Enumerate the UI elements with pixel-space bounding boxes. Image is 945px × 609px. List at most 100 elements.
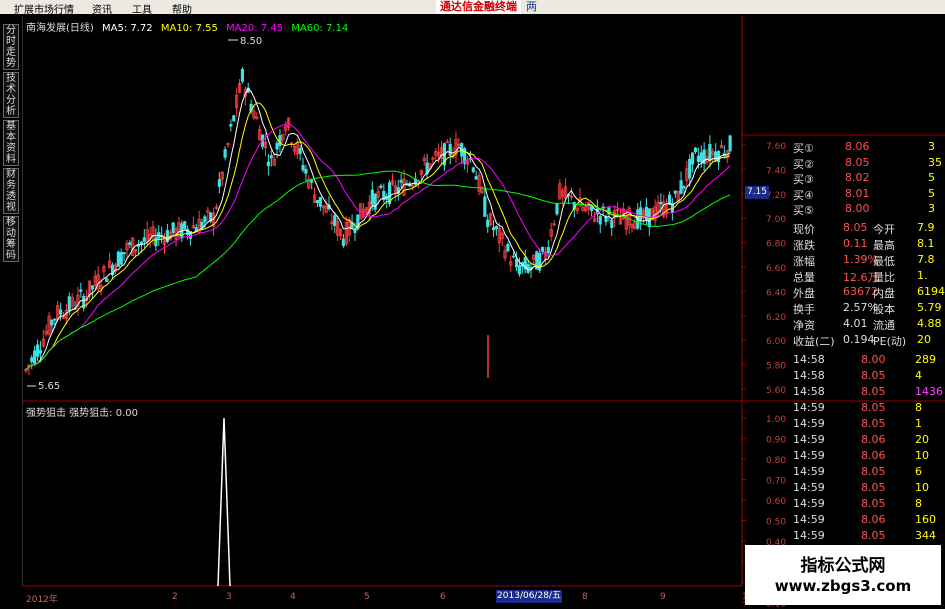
candle-body: [53, 318, 57, 321]
candle-body: [128, 242, 132, 245]
quote-row: 14:59 8.05 1: [745, 417, 945, 432]
low-price-label: 5.65: [38, 381, 60, 392]
bid-volume: 3: [928, 202, 935, 215]
candle-body: [298, 148, 302, 154]
stat-value-2: 7.9: [917, 221, 935, 234]
candle-body: [555, 202, 559, 215]
stat-label-2: 股本: [873, 303, 895, 316]
candle-body: [333, 215, 337, 226]
candle-body: [229, 124, 233, 127]
tick-price: 8.00: [861, 353, 886, 366]
candle-body: [50, 319, 54, 326]
x-tick-label: 5: [364, 592, 370, 602]
quote-row: 总量 12.6万 量比 1.: [745, 269, 945, 284]
candle-body: [119, 252, 123, 265]
candle-body: [610, 219, 614, 228]
candle-body: [512, 255, 516, 258]
tick-time: 14:59: [793, 449, 825, 462]
candle-body: [708, 144, 712, 161]
tick-volume: 20: [915, 433, 929, 446]
watermark: 指标公式网 www.zbgs3.com: [745, 545, 941, 605]
tick-volume: 1: [915, 417, 922, 430]
bid-volume: 5: [928, 186, 935, 200]
tick-volume: 6: [915, 465, 922, 478]
candle-body: [341, 238, 346, 246]
stat-label: 现价: [793, 223, 815, 236]
stat-label-2: 今开: [873, 223, 895, 236]
stat-value: 0.194: [843, 333, 875, 346]
quote-row: 14:58 8.05 4: [745, 369, 945, 384]
quote-row: 买④ 8.01 5: [745, 187, 945, 202]
quote-row: 收益(二) 0.194 PE(动) 20: [745, 333, 945, 348]
ma5-line: [25, 87, 731, 370]
tick-volume: 344: [915, 529, 936, 542]
candle-body: [35, 344, 40, 357]
quote-row: 14:58 8.05 1436: [745, 385, 945, 400]
bid-label: 买⑤: [793, 204, 814, 217]
x-tick-label: 8: [582, 592, 588, 602]
tick-time: 14:59: [793, 481, 825, 494]
candle-body: [639, 207, 643, 222]
candle-body: [696, 155, 700, 163]
candle-body: [601, 206, 605, 209]
candle-body: [546, 247, 550, 253]
quote-row: 14:59 8.05 8: [745, 401, 945, 416]
quote-row: 买③ 8.02 5: [745, 171, 945, 186]
candle-body: [223, 149, 227, 158]
tick-price: 8.05: [861, 465, 886, 478]
candle-body: [699, 152, 703, 162]
x-tick-label: 3: [226, 592, 232, 602]
candle-body: [598, 215, 602, 225]
candle-body: [659, 201, 663, 205]
candle-body: [232, 115, 236, 122]
tick-price: 8.05: [861, 481, 886, 494]
candle-body: [278, 135, 282, 146]
candle-body: [728, 135, 732, 152]
bid-price: 8.05: [845, 155, 870, 169]
stat-value: 0.11: [843, 237, 868, 250]
candle-body: [471, 167, 475, 172]
candle-body: [517, 265, 522, 275]
stat-label-2: 最低: [873, 255, 895, 268]
quote-row: 14:59 8.06 20: [745, 433, 945, 448]
stat-label: 涨跌: [793, 239, 815, 252]
candle-body: [203, 216, 207, 223]
tick-price: 8.05: [861, 385, 886, 398]
stat-value-2: 1.: [917, 269, 928, 282]
candle-body: [486, 219, 490, 228]
candle-body: [679, 180, 683, 194]
tick-volume: 10: [915, 481, 929, 494]
stat-value-2: 4.88: [917, 317, 942, 330]
quote-row: 换手 2.57% 股本 5.79: [745, 301, 945, 316]
candle-body: [275, 142, 279, 150]
stat-label: 换手: [793, 303, 815, 316]
tick-time: 14:59: [793, 529, 825, 542]
candle-body: [90, 285, 94, 290]
quote-row: 涨跌 0.11 最高 8.1: [745, 237, 945, 252]
stat-label-2: 流通: [873, 319, 895, 332]
quote-row: 净资 4.01 流通 4.88: [745, 317, 945, 332]
tick-time: 14:59: [793, 401, 825, 414]
x-tick-label: 2: [172, 592, 178, 602]
candle-body: [318, 197, 322, 207]
stat-value: 8.05: [843, 221, 868, 234]
candle-body: [136, 244, 141, 247]
candle-body: [269, 155, 273, 159]
stat-value-2: 5.79: [917, 301, 942, 314]
candle-body: [494, 225, 498, 230]
quote-row: 14:59 8.05 344: [745, 529, 945, 544]
tick-volume: 8: [915, 401, 922, 414]
candle-body: [217, 179, 221, 187]
bid-price: 8.01: [845, 186, 870, 200]
candle-body: [688, 158, 692, 179]
quote-row: 现价 8.05 今开 7.9: [745, 221, 945, 236]
high-price-label: 8.50: [240, 36, 262, 47]
candle-body: [266, 161, 271, 167]
tick-time: 14:59: [793, 513, 825, 526]
stat-label: 涨幅: [793, 255, 815, 268]
tick-time: 14:59: [793, 417, 825, 430]
candle-body: [399, 179, 403, 183]
sub-indicator-legend: 强势狙击 强势狙击: 0.00: [26, 408, 138, 419]
candle-body: [379, 185, 383, 188]
tick-price: 8.05: [861, 401, 886, 414]
